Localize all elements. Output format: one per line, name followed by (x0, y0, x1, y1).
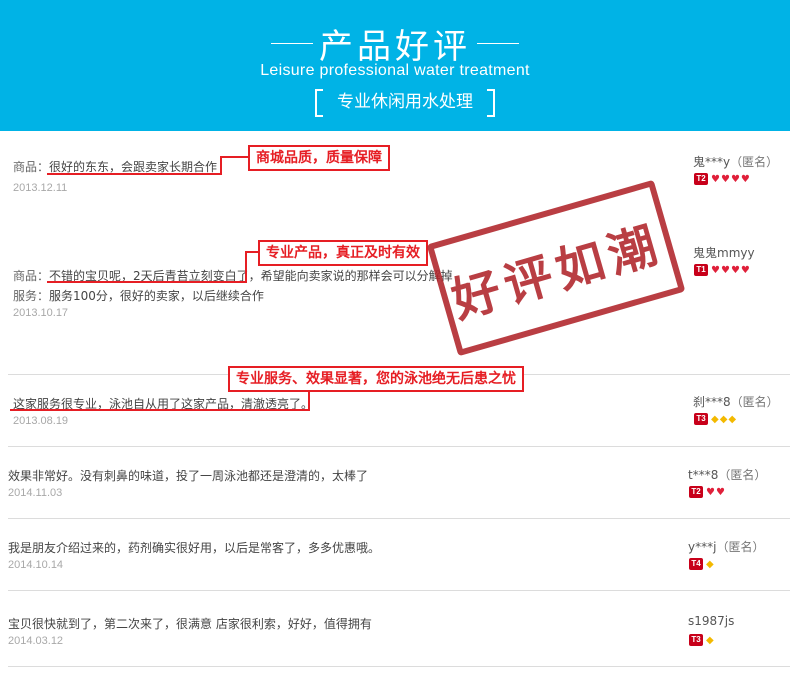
review-item: 效果非常好。没有刺鼻的味道，投了一周泳池都还是澄清的，太棒了 2014.11.0… (0, 447, 790, 519)
review-text: 效果非常好。没有刺鼻的味道，投了一周泳池都还是澄清的，太棒了 (8, 469, 369, 483)
level-badge: T3 (689, 634, 703, 646)
diamond-icon: ◆ (706, 559, 714, 570)
reviewer-name: y***j（匿名） (688, 538, 764, 555)
reputation-icons: ◆ (706, 559, 714, 570)
highlight-underline (47, 281, 247, 283)
page-title: 产品好评 (319, 26, 471, 67)
anonymous-tag: （匿名） (716, 540, 765, 554)
review-text: 宝贝很快就到了，第二次来了，很满意 店家很利索，好好，值得拥有 (8, 617, 372, 631)
reputation-icons: ♥ ♥ ♥ ♥ (711, 174, 750, 185)
reviewer-name: 鬼鬼mmyy (693, 244, 755, 261)
review-date: 2013.12.11 (13, 182, 68, 194)
review-item: 我是朋友介绍过来的，药剂确实很好用，以后是常客了，多多优惠哦。 2014.10.… (0, 519, 790, 591)
reviewer-nick: t***8 (688, 468, 719, 482)
review-date: 2013.10.17 (13, 307, 69, 319)
bracket-left (315, 89, 323, 117)
review-date: 2014.03.12 (8, 635, 64, 647)
tagline-box: 专业休闲用水处理 (315, 89, 495, 117)
reviewer-nick: s1987js (688, 614, 735, 628)
level-badge: T4 (689, 558, 703, 570)
diamond-icon: ◆ (711, 414, 719, 425)
review-date: 2013.08.19 (13, 415, 69, 427)
callout-connector (245, 251, 247, 283)
title-divider-right (477, 42, 519, 44)
callout-service: 专业服务、效果显著，您的泳池绝无后患之忧 (228, 366, 524, 392)
callout-connector (220, 156, 222, 175)
level-badge: T2 (689, 486, 703, 498)
service-label: 服务： (13, 289, 50, 303)
review-item: 商品：很好的东东，会跟卖家长期合作 2013.12.11 鬼***y（匿名） T… (0, 131, 790, 222)
service-text: 服务100分，很好的卖家，以后继续合作 (49, 289, 264, 303)
title-row: 产品好评 (0, 18, 790, 68)
review-text: 很好的东东，会跟卖家长期合作 (49, 160, 218, 174)
reviewer-nick: y***j (688, 540, 717, 554)
reputation-icons: ♥ ♥ ♥ ♥ (711, 265, 750, 276)
review-divider (8, 666, 790, 667)
bracket-right (487, 89, 495, 117)
product-label: 商品： (13, 160, 50, 174)
anonymous-tag: （匿名） (730, 395, 779, 409)
heart-icon: ♥ (706, 487, 715, 498)
title-divider-left (271, 42, 313, 44)
highlight-underline (10, 409, 310, 411)
page-header: 产品好评 Leisure professional water treatmen… (0, 0, 790, 131)
reviewer-nick: 刹***8 (693, 395, 731, 409)
highlight-underline (47, 173, 222, 175)
callout-effective: 专业产品，真正及时有效 (258, 240, 428, 266)
heart-icon: ♥ (740, 174, 750, 185)
anonymous-tag: （匿名） (718, 468, 767, 482)
review-text: 我是朋友介绍过来的，药剂确实很好用，以后是常客了，多多优惠哦。 (8, 541, 381, 555)
page-subtitle: Leisure professional water treatment (260, 62, 530, 79)
callout-connector (220, 156, 250, 158)
reputation-icons: ◆ ◆ ◆ (711, 414, 736, 425)
heart-icon: ♥ (720, 265, 730, 276)
heart-icon: ♥ (715, 487, 725, 498)
reviewer-name: t***8（匿名） (688, 466, 766, 483)
review-date: 2014.10.14 (8, 559, 64, 571)
level-badge: T2 (694, 173, 708, 185)
reviewer-nick: 鬼***y (693, 155, 731, 169)
diamond-icon: ◆ (728, 414, 737, 425)
level-badge: T3 (694, 413, 708, 425)
reviewer-name: 刹***8（匿名） (693, 393, 779, 410)
heart-icon: ♥ (740, 265, 750, 276)
heart-icon: ♥ (711, 174, 720, 185)
diamond-icon: ◆ (706, 635, 714, 646)
heart-icon: ♥ (730, 174, 740, 185)
tagline-text: 专业休闲用水处理 (337, 92, 473, 112)
review-item: 宝贝很快就到了，第二次来了，很满意 店家很利索，好好，值得拥有 2014.03.… (0, 591, 790, 667)
product-label: 商品： (13, 269, 50, 283)
reviewer-nick: 鬼鬼mmyy (693, 246, 755, 260)
review-date: 2014.11.03 (8, 487, 63, 499)
reviewer-name: 鬼***y（匿名） (693, 153, 778, 170)
level-badge: T1 (694, 264, 708, 276)
diamond-icon: ◆ (719, 414, 728, 425)
heart-icon: ♥ (720, 174, 730, 185)
heart-icon: ♥ (730, 265, 740, 276)
reviewer-name: s1987js (688, 614, 734, 628)
callout-quality: 商城品质，质量保障 (248, 145, 390, 171)
reputation-icons: ♥ ♥ (706, 487, 725, 498)
heart-icon: ♥ (711, 265, 720, 276)
reputation-icons: ◆ (706, 635, 714, 646)
anonymous-tag: （匿名） (730, 155, 779, 169)
review-service-line: 服务：服务100分，很好的卖家，以后继续合作 (13, 287, 264, 304)
